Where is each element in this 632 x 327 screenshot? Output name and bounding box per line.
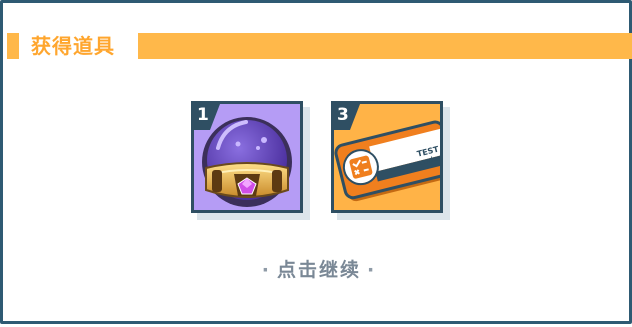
item-count-badge: 3 <box>334 104 364 130</box>
item-count: 1 <box>197 105 209 125</box>
item-slot: 1 <box>191 101 303 213</box>
continue-dot-left: · <box>261 259 271 281</box>
item-count: 3 <box>337 105 349 125</box>
item-slot: 3 TEST TI codemao <box>331 101 443 213</box>
reward-dialog[interactable]: 获得道具 1 3 TEST TI codemao · 点击继续 · <box>0 0 632 324</box>
continue-label: 点击继续 <box>276 259 361 281</box>
reward-item-orb[interactable]: 1 <box>191 101 310 220</box>
continue-dot-right: · <box>367 259 377 281</box>
reward-item-ticket[interactable]: 3 TEST TI codemao <box>331 101 450 220</box>
continue-prompt[interactable]: · 点击继续 · <box>3 255 632 285</box>
item-count-badge: 1 <box>194 104 224 130</box>
